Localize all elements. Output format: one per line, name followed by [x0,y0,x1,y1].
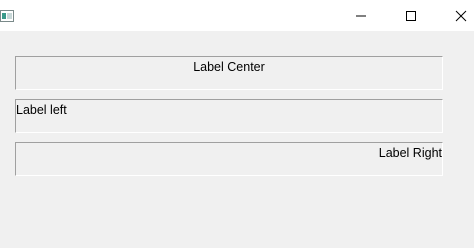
maximize-icon [406,10,416,21]
close-button[interactable] [438,0,474,31]
app-window-icon [0,9,14,22]
label-left-box: Label left [15,99,443,133]
title-bar[interactable] [0,0,474,31]
label-right-text: Label Right [378,146,442,160]
minimize-button[interactable] [338,0,384,31]
maximize-button[interactable] [388,0,434,31]
close-icon [455,10,467,21]
minimize-icon [356,15,366,16]
label-left-text: Label left [16,103,67,117]
label-right-box: Label Right [15,142,443,176]
label-center-text: Label Center [193,60,265,74]
label-center-box: Label Center [15,56,443,90]
